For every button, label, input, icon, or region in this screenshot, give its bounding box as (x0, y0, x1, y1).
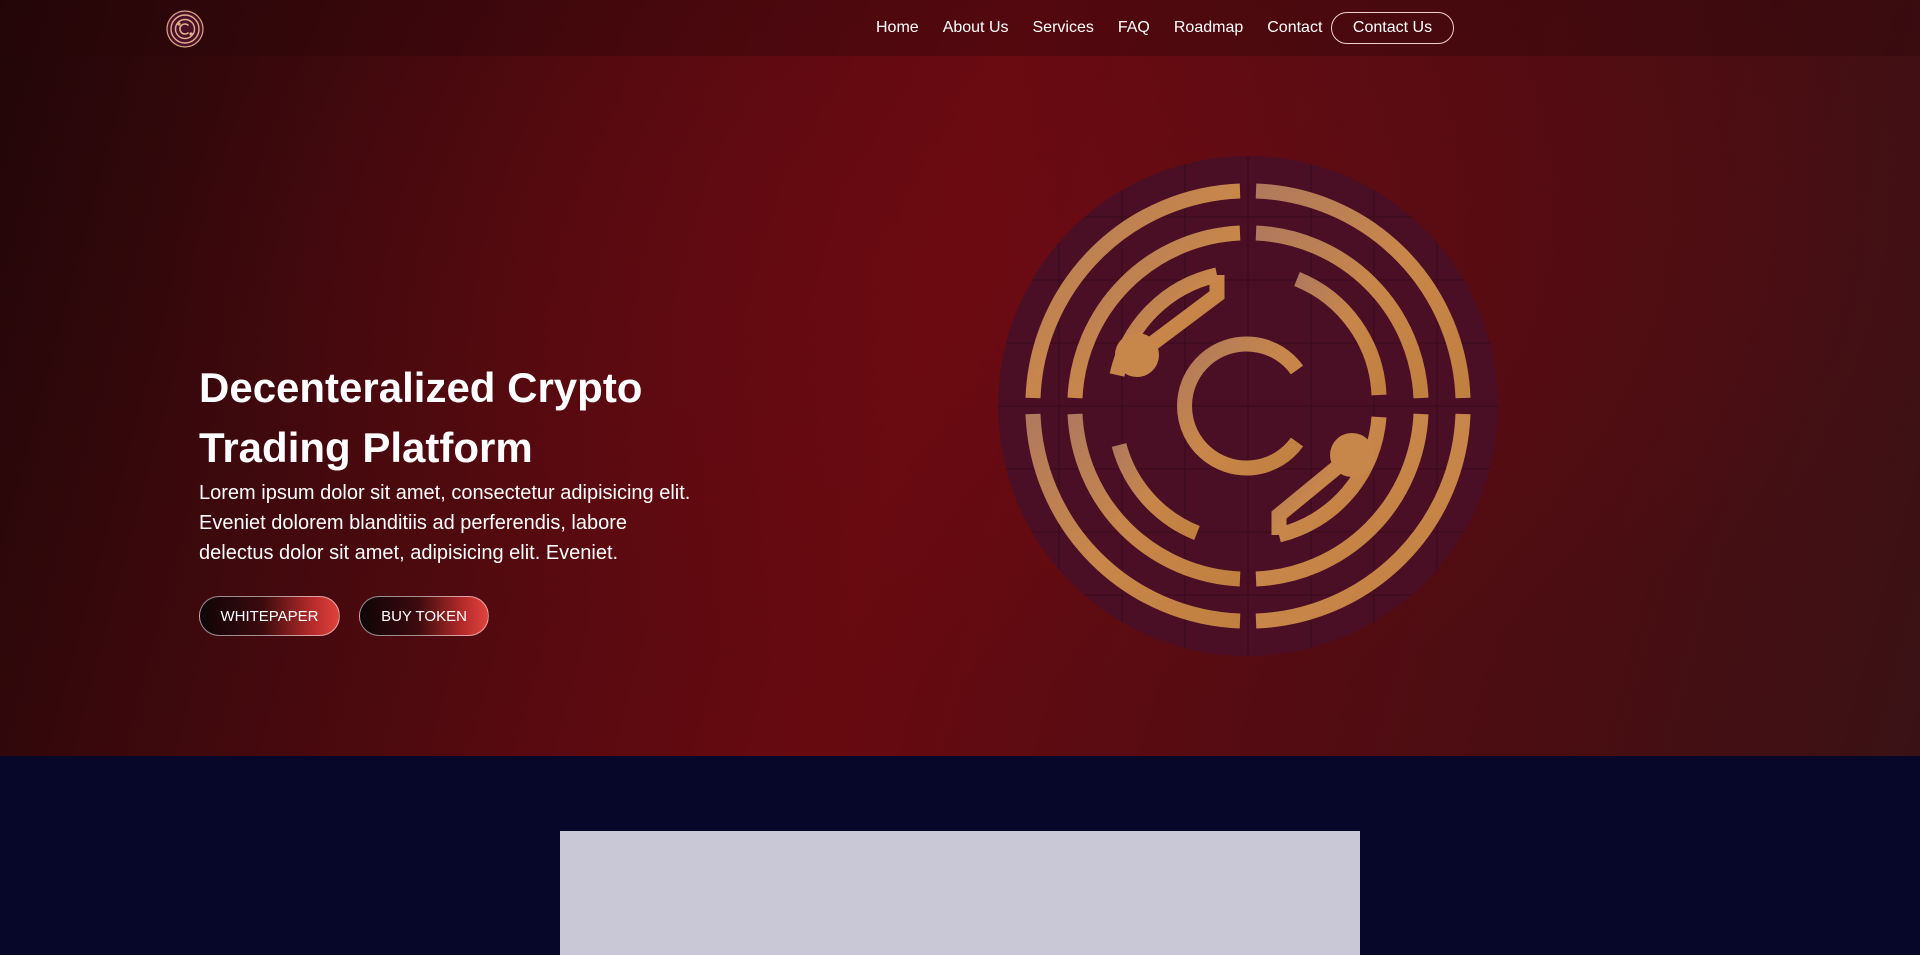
whitepaper-button[interactable]: WHITEPAPER (199, 596, 340, 636)
nav-links: Home About Us Services FAQ Roadmap Conta… (876, 0, 1346, 56)
crypto-coin-emblem-icon (997, 155, 1499, 657)
nav-link-roadmap[interactable]: Roadmap (1174, 19, 1243, 37)
navbar: Home About Us Services FAQ Roadmap Conta… (0, 0, 1920, 56)
nav-link-services[interactable]: Services (1033, 19, 1094, 37)
nav-link-home[interactable]: Home (876, 19, 919, 37)
hero-description: Lorem ipsum dolor sit amet, consectetur … (199, 478, 719, 568)
crypto-coin-logo-icon[interactable] (166, 10, 204, 48)
hero-section: Home About Us Services FAQ Roadmap Conta… (0, 0, 1920, 756)
nav-link-faq[interactable]: FAQ (1118, 19, 1150, 37)
hero-title: Decenteralized Crypto Trading Platform (199, 358, 759, 478)
hero-title-line-2: Trading Platform (199, 424, 533, 471)
hero-description-line-3: delectus dolor sit amet, adipisicing eli… (199, 542, 619, 564)
lower-section (0, 756, 1920, 955)
hero-description-line-2: Eveniet dolorem blanditiis ad perferendi… (199, 512, 628, 534)
hero-title-line-1: Decenteralized Crypto (199, 364, 643, 411)
buy-token-button[interactable]: BUY TOKEN (359, 596, 489, 636)
nav-link-contact[interactable]: Contact (1267, 19, 1322, 37)
media-placeholder (560, 831, 1360, 955)
hero-description-line-1: Lorem ipsum dolor sit amet, consectetur … (199, 482, 691, 504)
contact-us-button[interactable]: Contact Us (1331, 12, 1454, 44)
nav-link-about-us[interactable]: About Us (943, 19, 1009, 37)
